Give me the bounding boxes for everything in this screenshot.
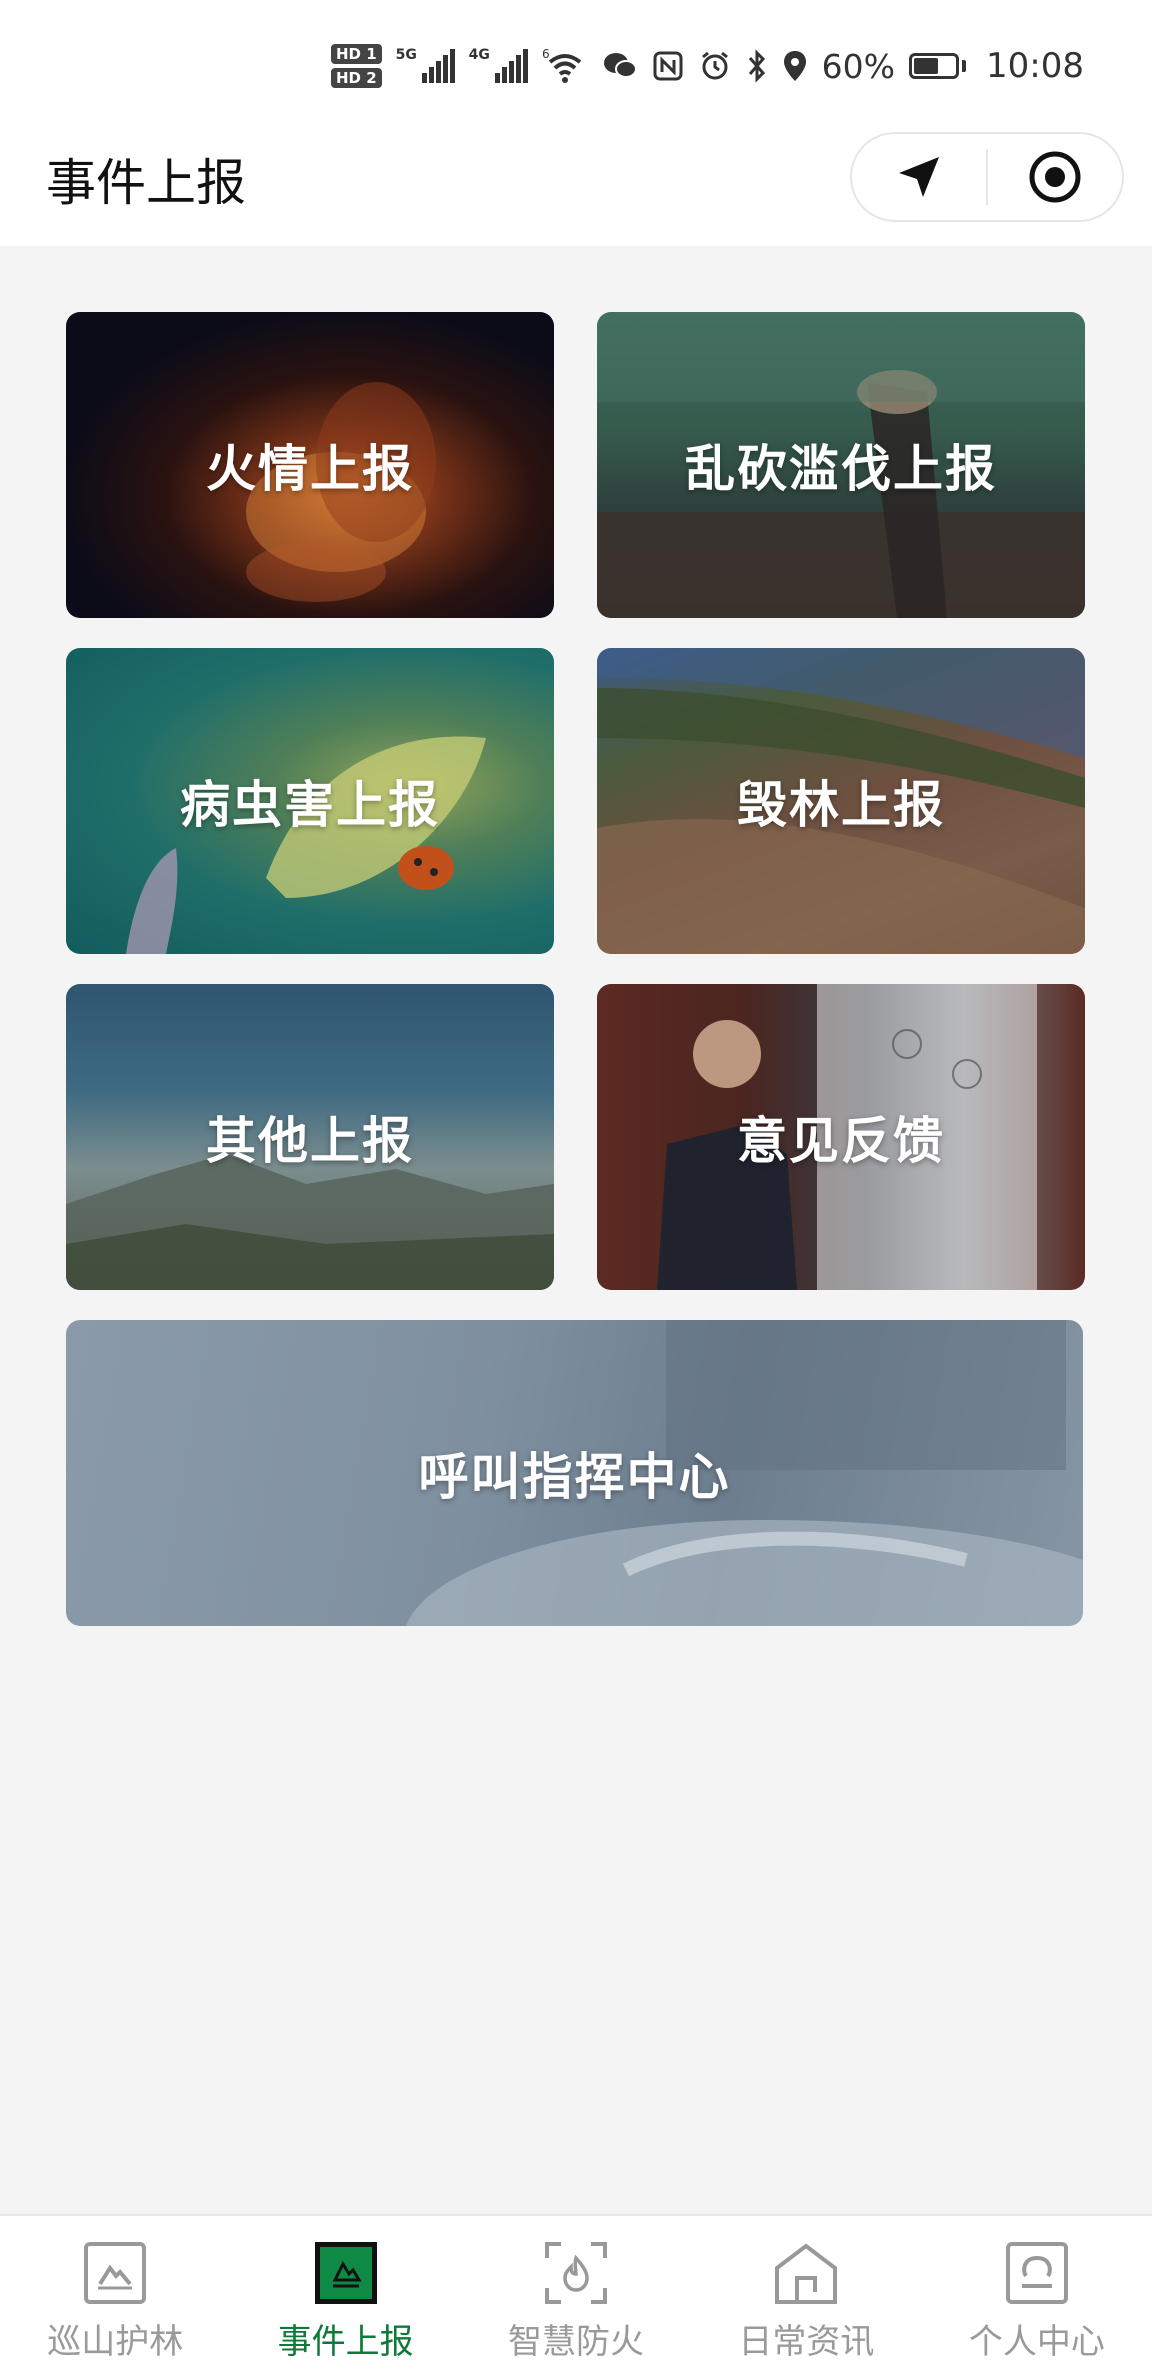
miniprogram-capsule — [850, 132, 1124, 222]
battery-percent: 60% — [821, 46, 896, 86]
home-icon — [775, 2243, 838, 2304]
bottom-tab-bar: 巡山护林 事件上报 智慧防火 日常资讯 个人中心 — [0, 2214, 1152, 2376]
tab-event-report-label: 事件上报 — [277, 2322, 414, 2362]
tab-daily-news[interactable]: 日常资讯 — [691, 2216, 921, 2376]
pest-report-card[interactable]: 病虫害上报 — [66, 648, 554, 954]
illegal-logging-label: 乱砍滥伐上报 — [685, 440, 997, 498]
nfc-icon — [653, 51, 683, 81]
screen: HD 1 HD 2 5G 4G 6 60% 10:08 事件上报 火情上报 乱砍… — [0, 0, 1152, 2376]
tab-personal-center[interactable]: 个人中心 — [922, 2216, 1152, 2376]
tab-patrol[interactable]: 巡山护林 — [0, 2216, 230, 2376]
fire-report-card[interactable]: 火情上报 — [66, 312, 554, 618]
report-icon — [314, 2242, 377, 2304]
tab-patrol-label: 巡山护林 — [47, 2322, 184, 2362]
fire-scan-icon — [545, 2242, 608, 2304]
navigation-arrow-icon — [899, 157, 939, 197]
battery-icon — [909, 53, 967, 79]
call-command-center-card[interactable]: 呼叫指挥中心 — [66, 1320, 1083, 1626]
wechat-icon — [603, 53, 637, 78]
status-bar: HD 1 HD 2 5G 4G 6 60% 10:08 — [0, 0, 1152, 120]
network-5g-label: 5G — [395, 47, 417, 63]
network-4g-label: 4G — [468, 47, 490, 63]
hd1-badge: HD 1 — [330, 44, 382, 64]
hd2-badge: HD 2 — [330, 68, 382, 88]
target-circle-icon — [1029, 151, 1081, 203]
feedback-card[interactable]: 意见反馈 — [597, 984, 1085, 1290]
wifi-6-label: 6 — [542, 47, 550, 61]
feedback-label: 意见反馈 — [737, 1112, 945, 1170]
tab-daily-news-label: 日常资讯 — [738, 2322, 875, 2362]
tab-smart-fire-label: 智慧防火 — [508, 2322, 645, 2362]
tab-personal-center-label: 个人中心 — [968, 2322, 1105, 2362]
page-title: 事件上报 — [46, 154, 246, 212]
user-icon — [1005, 2242, 1068, 2304]
call-command-center-label: 呼叫指挥中心 — [418, 1448, 731, 1506]
tab-smart-fire[interactable]: 智慧防火 — [461, 2216, 691, 2376]
fire-report-label: 火情上报 — [206, 440, 414, 498]
hd-badges: HD 1 HD 2 — [330, 44, 382, 88]
location-pin-icon — [783, 51, 806, 81]
tab-event-report[interactable]: 事件上报 — [230, 2216, 460, 2376]
status-icons: HD 1 HD 2 5G 4G 6 60% 10:08 — [330, 36, 1084, 96]
deforestation-label: 毁林上报 — [737, 776, 945, 834]
clock-time: 10:08 — [986, 46, 1084, 86]
location-button[interactable] — [852, 134, 986, 220]
pest-report-label: 病虫害上报 — [180, 776, 440, 834]
other-report-label: 其他上报 — [206, 1112, 414, 1170]
wifi-icon: 6 — [542, 47, 581, 83]
illegal-logging-card[interactable]: 乱砍滥伐上报 — [597, 312, 1085, 618]
alarm-icon — [701, 51, 728, 80]
other-report-card[interactable]: 其他上报 — [66, 984, 554, 1290]
bluetooth-icon — [748, 49, 765, 83]
deforestation-card[interactable]: 毁林上报 — [597, 648, 1085, 954]
navigation-bar: 事件上报 — [0, 120, 1152, 246]
signal-4g-icon: 4G — [468, 47, 528, 83]
signal-5g-icon: 5G — [395, 47, 455, 83]
mountain-icon — [84, 2242, 147, 2304]
close-miniprogram-button[interactable] — [988, 134, 1122, 220]
